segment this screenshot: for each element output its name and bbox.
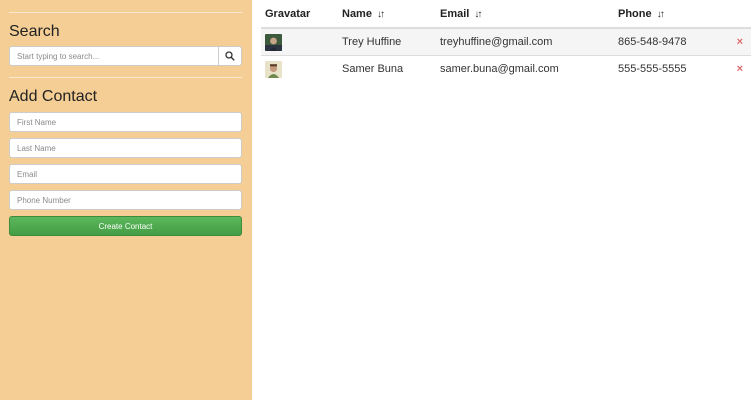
- divider: [9, 12, 242, 13]
- sort-name-header[interactable]: Name ↓↑: [338, 0, 436, 29]
- add-contact-heading: Add Contact: [9, 88, 98, 105]
- sort-email-header[interactable]: Email ↓↑: [436, 0, 614, 29]
- sort-icon: ↓↑: [377, 8, 385, 20]
- search-input[interactable]: [9, 46, 218, 66]
- email-field[interactable]: [9, 164, 242, 184]
- delete-icon[interactable]: ×: [727, 27, 751, 56]
- gravatar-cell: [261, 27, 338, 56]
- sidebar: Search Add Contact Create Contact: [0, 0, 252, 400]
- email-cell: treyhuffine@gmail.com: [436, 27, 614, 56]
- phone-field[interactable]: [9, 190, 242, 210]
- contacts-table: Gravatar Name ↓↑ Email ↓↑ Phone ↓↑ Trey …: [261, 0, 751, 82]
- header-label: Email: [440, 7, 470, 20]
- search-button[interactable]: [218, 46, 242, 66]
- first-name-field[interactable]: [9, 112, 242, 132]
- table-header-row: Gravatar Name ↓↑ Email ↓↑ Phone ↓↑: [261, 0, 751, 29]
- search-heading: Search: [9, 23, 60, 40]
- contacts-panel: Gravatar Name ↓↑ Email ↓↑ Phone ↓↑ Trey …: [252, 0, 751, 400]
- search-icon: [225, 51, 235, 61]
- divider: [9, 77, 242, 78]
- name-cell: Samer Buna: [338, 55, 436, 82]
- gravatar-cell: [261, 55, 338, 82]
- header-actions: [727, 0, 751, 29]
- last-name-field[interactable]: [9, 138, 242, 158]
- sort-icon: ↓↑: [474, 8, 482, 20]
- header-label: Phone: [618, 7, 652, 20]
- phone-cell: 865-548-9478: [614, 27, 727, 56]
- table-row: Trey Huffine treyhuffine@gmail.com 865-5…: [261, 27, 751, 56]
- name-cell: Trey Huffine: [338, 27, 436, 56]
- avatar: [265, 60, 282, 78]
- table-row: Samer Buna samer.buna@gmail.com 555-555-…: [261, 55, 751, 82]
- email-cell: samer.buna@gmail.com: [436, 55, 614, 82]
- phone-cell: 555-555-5555: [614, 55, 727, 82]
- create-contact-button[interactable]: Create Contact: [9, 216, 242, 236]
- sort-phone-header[interactable]: Phone ↓↑: [614, 0, 727, 29]
- header-gravatar: Gravatar: [261, 0, 338, 29]
- delete-icon[interactable]: ×: [727, 55, 751, 82]
- avatar: [265, 33, 282, 51]
- header-label: Name: [342, 7, 372, 20]
- header-label: Gravatar: [265, 7, 311, 20]
- sort-icon: ↓↑: [656, 8, 665, 20]
- search-group: [9, 46, 242, 66]
